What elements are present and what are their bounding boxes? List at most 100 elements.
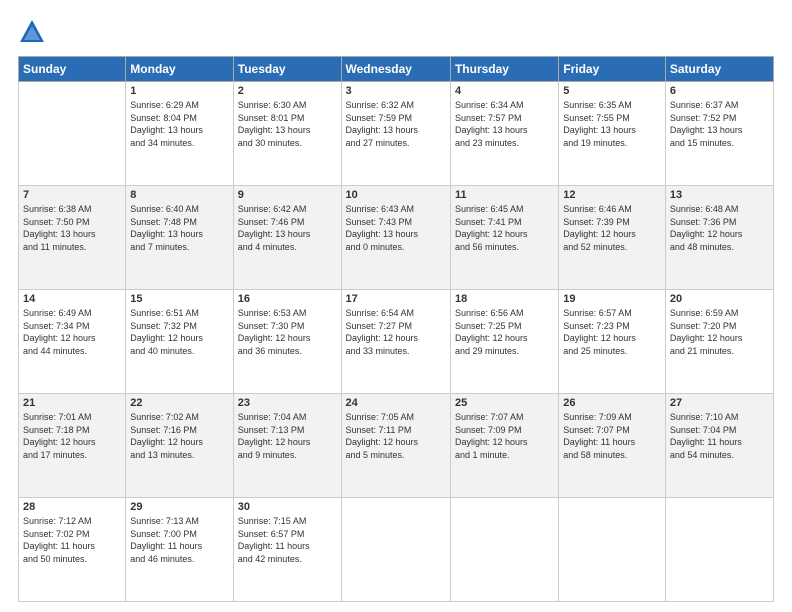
day-number: 10 [346,189,446,201]
day-number: 7 [23,189,121,201]
day-number: 28 [23,501,121,513]
day-number: 27 [670,397,769,409]
calendar-cell: 19 Sunrise: 6:57 AM Sunset: 7:23 PM Dayli… [559,290,666,394]
day-number: 19 [563,293,661,305]
page: SundayMondayTuesdayWednesdayThursdayFrid… [0,0,792,612]
calendar-cell [341,498,450,602]
header [18,18,774,46]
calendar-cell: 12 Sunrise: 6:46 AM Sunset: 7:39 PM Dayli… [559,186,666,290]
calendar-cell: 26 Sunrise: 7:09 AM Sunset: 7:07 PM Dayli… [559,394,666,498]
calendar-cell: 18 Sunrise: 6:56 AM Sunset: 7:25 PM Dayli… [450,290,558,394]
calendar-cell: 27 Sunrise: 7:10 AM Sunset: 7:04 PM Dayli… [665,394,773,498]
calendar-cell: 9 Sunrise: 6:42 AM Sunset: 7:46 PM Daylig… [233,186,341,290]
calendar-cell: 8 Sunrise: 6:40 AM Sunset: 7:48 PM Daylig… [126,186,233,290]
day-info: Sunrise: 6:29 AM Sunset: 8:04 PM Dayligh… [130,99,228,149]
calendar-cell: 11 Sunrise: 6:45 AM Sunset: 7:41 PM Dayli… [450,186,558,290]
day-number: 20 [670,293,769,305]
day-number: 15 [130,293,228,305]
weekday-header: Friday [559,57,666,82]
day-info: Sunrise: 7:07 AM Sunset: 7:09 PM Dayligh… [455,411,554,461]
day-info: Sunrise: 6:37 AM Sunset: 7:52 PM Dayligh… [670,99,769,149]
day-info: Sunrise: 7:04 AM Sunset: 7:13 PM Dayligh… [238,411,337,461]
calendar-cell: 13 Sunrise: 6:48 AM Sunset: 7:36 PM Dayli… [665,186,773,290]
weekday-header: Sunday [19,57,126,82]
day-number: 26 [563,397,661,409]
day-info: Sunrise: 6:56 AM Sunset: 7:25 PM Dayligh… [455,307,554,357]
day-info: Sunrise: 6:40 AM Sunset: 7:48 PM Dayligh… [130,203,228,253]
logo [18,18,50,46]
calendar-cell: 6 Sunrise: 6:37 AM Sunset: 7:52 PM Daylig… [665,82,773,186]
day-info: Sunrise: 7:02 AM Sunset: 7:16 PM Dayligh… [130,411,228,461]
day-number: 6 [670,85,769,97]
day-number: 21 [23,397,121,409]
day-number: 22 [130,397,228,409]
day-info: Sunrise: 7:15 AM Sunset: 6:57 PM Dayligh… [238,515,337,565]
weekday-header: Wednesday [341,57,450,82]
day-info: Sunrise: 7:13 AM Sunset: 7:00 PM Dayligh… [130,515,228,565]
day-number: 2 [238,85,337,97]
calendar-cell: 15 Sunrise: 6:51 AM Sunset: 7:32 PM Dayli… [126,290,233,394]
day-number: 3 [346,85,446,97]
calendar-cell: 5Sunrise: 6:35 AM Sunset: 7:55 PM Daylig… [559,82,666,186]
day-info: Sunrise: 7:01 AM Sunset: 7:18 PM Dayligh… [23,411,121,461]
day-info: Sunrise: 6:51 AM Sunset: 7:32 PM Dayligh… [130,307,228,357]
calendar-cell [559,498,666,602]
day-number: 8 [130,189,228,201]
day-number: 30 [238,501,337,513]
day-number: 16 [238,293,337,305]
day-info: Sunrise: 6:43 AM Sunset: 7:43 PM Dayligh… [346,203,446,253]
calendar-cell: 22 Sunrise: 7:02 AM Sunset: 7:16 PM Dayli… [126,394,233,498]
weekday-header: Monday [126,57,233,82]
calendar-week-row: 28 Sunrise: 7:12 AM Sunset: 7:02 PM Dayli… [19,498,774,602]
calendar-cell: 4 Sunrise: 6:34 AM Sunset: 7:57 PM Daylig… [450,82,558,186]
calendar-cell: 16 Sunrise: 6:53 AM Sunset: 7:30 PM Dayli… [233,290,341,394]
day-number: 13 [670,189,769,201]
day-number: 29 [130,501,228,513]
day-number: 4 [455,85,554,97]
weekday-header-row: SundayMondayTuesdayWednesdayThursdayFrid… [19,57,774,82]
logo-icon [18,18,46,46]
calendar-cell: 28 Sunrise: 7:12 AM Sunset: 7:02 PM Dayli… [19,498,126,602]
day-number: 12 [563,189,661,201]
day-info: Sunrise: 7:12 AM Sunset: 7:02 PM Dayligh… [23,515,121,565]
day-info: Sunrise: 6:30 AM Sunset: 8:01 PM Dayligh… [238,99,337,149]
calendar-cell: 7 Sunrise: 6:38 AM Sunset: 7:50 PM Daylig… [19,186,126,290]
calendar-cell: 17Sunrise: 6:54 AM Sunset: 7:27 PM Dayli… [341,290,450,394]
weekday-header: Tuesday [233,57,341,82]
day-info: Sunrise: 6:48 AM Sunset: 7:36 PM Dayligh… [670,203,769,253]
calendar-cell [19,82,126,186]
day-number: 14 [23,293,121,305]
calendar-cell: 23Sunrise: 7:04 AM Sunset: 7:13 PM Dayli… [233,394,341,498]
day-number: 1 [130,85,228,97]
day-number: 18 [455,293,554,305]
day-info: Sunrise: 6:57 AM Sunset: 7:23 PM Dayligh… [563,307,661,357]
calendar-cell: 20 Sunrise: 6:59 AM Sunset: 7:20 PM Dayli… [665,290,773,394]
calendar-cell: 2 Sunrise: 6:30 AM Sunset: 8:01 PM Daylig… [233,82,341,186]
calendar-cell [665,498,773,602]
calendar-cell: 25 Sunrise: 7:07 AM Sunset: 7:09 PM Dayli… [450,394,558,498]
day-number: 25 [455,397,554,409]
day-info: Sunrise: 6:46 AM Sunset: 7:39 PM Dayligh… [563,203,661,253]
day-info: Sunrise: 6:59 AM Sunset: 7:20 PM Dayligh… [670,307,769,357]
weekday-header: Saturday [665,57,773,82]
day-info: Sunrise: 6:42 AM Sunset: 7:46 PM Dayligh… [238,203,337,253]
day-info: Sunrise: 7:09 AM Sunset: 7:07 PM Dayligh… [563,411,661,461]
calendar-cell: 14 Sunrise: 6:49 AM Sunset: 7:34 PM Dayli… [19,290,126,394]
day-info: Sunrise: 6:38 AM Sunset: 7:50 PM Dayligh… [23,203,121,253]
day-info: Sunrise: 6:45 AM Sunset: 7:41 PM Dayligh… [455,203,554,253]
day-info: Sunrise: 6:53 AM Sunset: 7:30 PM Dayligh… [238,307,337,357]
calendar-week-row: 1 Sunrise: 6:29 AM Sunset: 8:04 PM Daylig… [19,82,774,186]
calendar-cell: 24Sunrise: 7:05 AM Sunset: 7:11 PM Dayli… [341,394,450,498]
day-number: 17 [346,293,446,305]
day-info: Sunrise: 6:49 AM Sunset: 7:34 PM Dayligh… [23,307,121,357]
day-info: Sunrise: 6:34 AM Sunset: 7:57 PM Dayligh… [455,99,554,149]
calendar-cell [450,498,558,602]
calendar-cell: 3Sunrise: 6:32 AM Sunset: 7:59 PM Daylig… [341,82,450,186]
day-number: 9 [238,189,337,201]
calendar-cell: 1 Sunrise: 6:29 AM Sunset: 8:04 PM Daylig… [126,82,233,186]
calendar-cell: 21 Sunrise: 7:01 AM Sunset: 7:18 PM Dayli… [19,394,126,498]
weekday-header: Thursday [450,57,558,82]
day-number: 11 [455,189,554,201]
calendar-cell: 30 Sunrise: 7:15 AM Sunset: 6:57 PM Dayli… [233,498,341,602]
day-info: Sunrise: 7:10 AM Sunset: 7:04 PM Dayligh… [670,411,769,461]
